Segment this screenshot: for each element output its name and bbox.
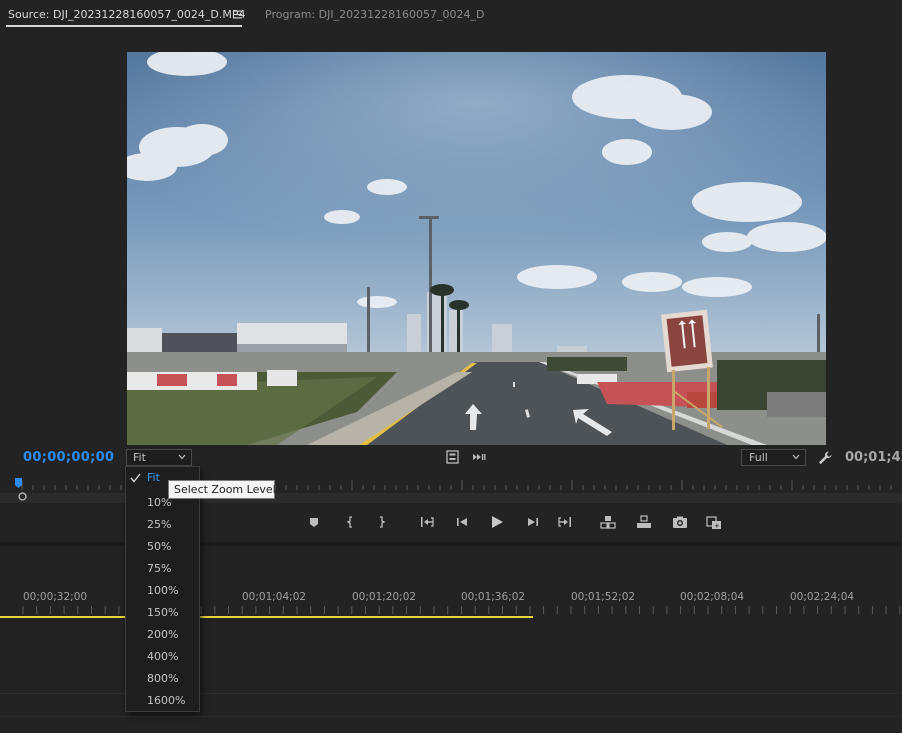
- play-icon[interactable]: [489, 514, 505, 530]
- playhead-marker[interactable]: [15, 478, 22, 488]
- timeline-ruler-label: 00;01;04;02: [242, 591, 307, 603]
- go-to-in-icon[interactable]: [419, 514, 435, 530]
- timeline-ruler-label: 00;02;24;04: [790, 591, 855, 603]
- button-editor-icon[interactable]: +: [706, 514, 722, 530]
- timeline-ruler-label: 00;01;20;02: [352, 591, 417, 603]
- zoom-option-800[interactable]: 800%: [126, 668, 199, 690]
- marker-icon[interactable]: [306, 514, 322, 530]
- go-to-out-icon[interactable]: [557, 514, 573, 530]
- timeline-ruler-label: 00;00;32;00: [23, 591, 88, 603]
- camera-icon[interactable]: [672, 514, 688, 530]
- resolution-value: Full: [749, 451, 768, 464]
- tab-bar: Source: DJI_20231228160057_0024_D.MP4 Pr…: [0, 0, 902, 32]
- video-frame[interactable]: [127, 52, 826, 445]
- zoom-option-150[interactable]: 150%: [126, 602, 199, 624]
- wrench-icon[interactable]: [818, 450, 833, 465]
- insert-icon[interactable]: [600, 514, 616, 530]
- hamburger-icon[interactable]: [233, 10, 242, 19]
- safe-margins-icon[interactable]: [446, 450, 459, 464]
- chevron-down-icon: [792, 454, 800, 460]
- zoom-option-75[interactable]: 75%: [126, 558, 199, 580]
- playhead-handle[interactable]: [18, 492, 27, 501]
- step-forward-icon[interactable]: [525, 514, 541, 530]
- overwrite-icon[interactable]: [636, 514, 652, 530]
- chevron-down-icon: [178, 454, 186, 460]
- timeline-ruler-label: 00;01;36;02: [461, 591, 526, 603]
- zoom-level-dropdown[interactable]: Fit: [126, 449, 192, 466]
- zoom-level-value: Fit: [133, 451, 146, 464]
- duration-timecode: 00;01;42: [845, 450, 902, 465]
- menu-item-label: Fit: [147, 471, 160, 484]
- timeline-ruler-label: 00;01;52;02: [571, 591, 636, 603]
- svg-text:+: +: [714, 522, 720, 530]
- step-back-icon[interactable]: [454, 514, 470, 530]
- mark-in-icon[interactable]: [342, 514, 358, 530]
- zoom-option-1600[interactable]: 1600%: [126, 690, 199, 712]
- mark-out-icon[interactable]: [374, 514, 390, 530]
- active-tab-indicator: [6, 25, 242, 27]
- timeline-ruler-label: 00;02;08;04: [680, 591, 745, 603]
- playback-resolution-dropdown[interactable]: Full: [741, 449, 806, 466]
- tooltip: Select Zoom Level: [168, 480, 276, 499]
- drag-video-audio-icon[interactable]: [472, 452, 486, 462]
- zoom-option-25[interactable]: 25%: [126, 514, 199, 536]
- zoom-option-100[interactable]: 100%: [126, 580, 199, 602]
- tab-program-monitor[interactable]: Program: DJI_20231228160057_0024_D: [265, 0, 485, 30]
- checkmark-icon: [130, 473, 141, 483]
- zoom-option-400[interactable]: 400%: [126, 646, 199, 668]
- zoom-level-menu: Fit 10% 25% 50% 75% 100% 150% 200% 400% …: [125, 466, 200, 712]
- zoom-option-200[interactable]: 200%: [126, 624, 199, 646]
- current-timecode[interactable]: 00;00;00;00: [23, 450, 114, 465]
- work-area-bar[interactable]: [0, 616, 533, 618]
- track-divider: [0, 716, 902, 717]
- zoom-option-50[interactable]: 50%: [126, 536, 199, 558]
